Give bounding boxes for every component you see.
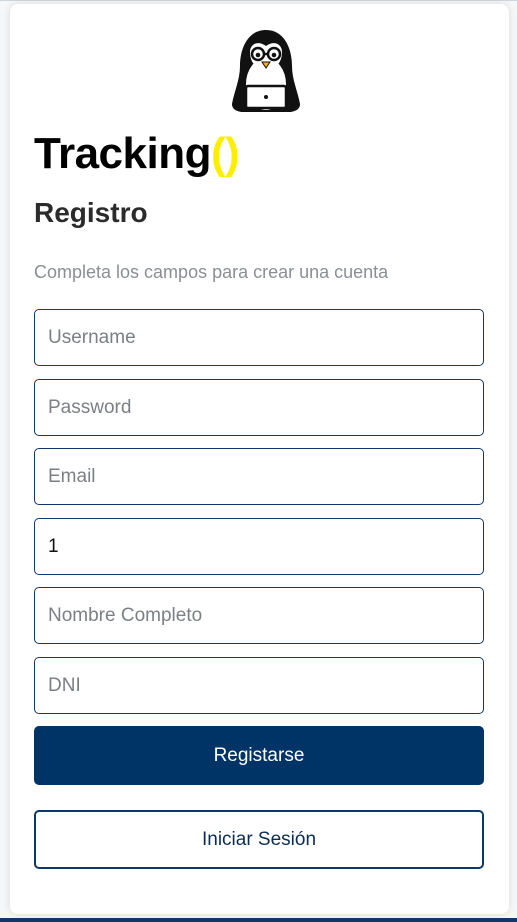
top-divider (0, 0, 517, 1)
dni-field[interactable] (34, 657, 484, 714)
password-field[interactable] (34, 379, 484, 436)
login-button[interactable]: Iniciar Sesión (34, 810, 484, 869)
email-field[interactable] (34, 448, 484, 505)
full-name-field[interactable] (34, 587, 484, 644)
number-field[interactable] (34, 518, 484, 575)
register-button[interactable]: Registarse (34, 726, 484, 785)
brand-name: Tracking (34, 129, 211, 178)
username-field[interactable] (34, 309, 484, 366)
bottom-bar (0, 918, 517, 922)
brand-parens: () (210, 129, 240, 178)
penguin-laptop-icon (232, 30, 300, 112)
page-subtitle: Completa los campos para crear una cuent… (34, 262, 389, 282)
brand-title: Tracking() (34, 129, 240, 178)
page: Tracking() Registro Completa los campos … (0, 0, 517, 922)
register-card: Tracking() Registro Completa los campos … (10, 4, 509, 914)
page-title: Registro (34, 197, 148, 228)
